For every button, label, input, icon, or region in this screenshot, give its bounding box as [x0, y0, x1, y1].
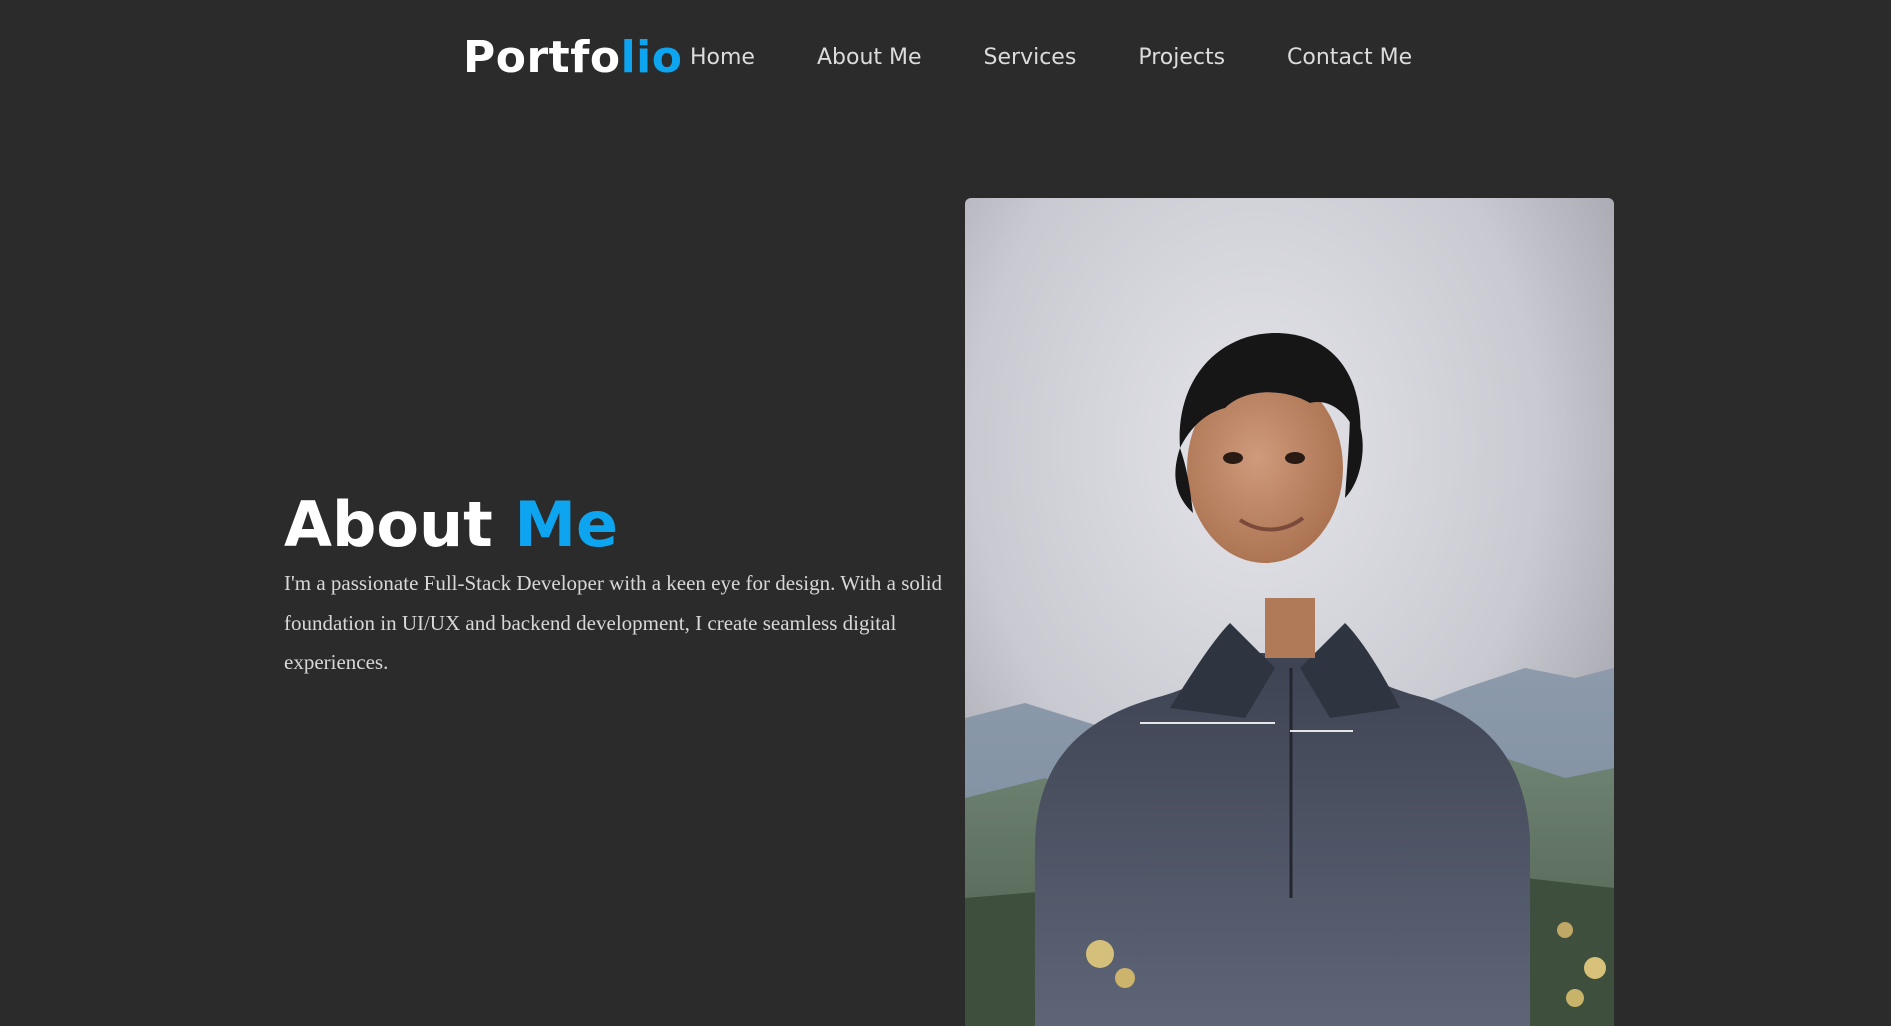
about-section: About Me I'm a passionate Full-Stack Dev…: [284, 486, 944, 683]
logo-main: Portfo: [463, 32, 621, 83]
about-title-main: About: [284, 488, 493, 561]
logo-accent: lio: [620, 32, 683, 83]
nav-services[interactable]: Services: [984, 40, 1077, 76]
nav-projects[interactable]: Projects: [1138, 40, 1225, 76]
about-title: About Me: [284, 486, 944, 564]
nav-links: Home About Me Services Projects Contact …: [690, 40, 1412, 76]
about-description: I'm a passionate Full-Stack Developer wi…: [284, 571, 943, 674]
nav-about-me[interactable]: About Me: [817, 40, 922, 76]
nav-home[interactable]: Home: [690, 40, 755, 76]
profile-photo: [965, 198, 1614, 1026]
nav-contact-me[interactable]: Contact Me: [1287, 40, 1412, 76]
logo[interactable]: Portfolio: [463, 28, 683, 88]
about-title-accent: Me: [514, 488, 619, 561]
navbar: Portfolio Home About Me Services Project…: [0, 0, 1891, 118]
